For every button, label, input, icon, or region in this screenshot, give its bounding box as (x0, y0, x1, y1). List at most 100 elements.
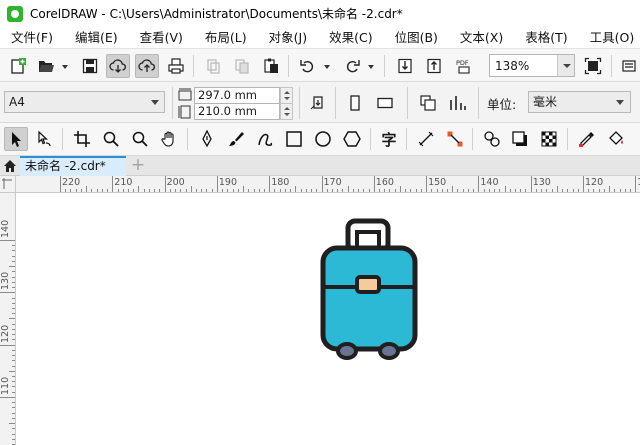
redo-dropdown-caret[interactable] (368, 65, 374, 69)
ruler-minor-tick (462, 189, 464, 192)
ruler-minor-tick (12, 328, 15, 330)
document-tab-bar: 未命名 -2.cdr* + (0, 156, 640, 176)
pen-tool-button[interactable] (195, 127, 219, 151)
open-button[interactable] (34, 54, 58, 78)
new-document-tab-button[interactable]: + (129, 156, 147, 176)
portrait-button[interactable] (343, 91, 367, 115)
ruler-major-tick (583, 176, 584, 192)
ellipse-tool-button[interactable] (311, 127, 335, 151)
publish-pdf-button[interactable]: PDF (452, 54, 476, 78)
toolbar-separator (193, 55, 194, 77)
cut-button[interactable] (201, 54, 225, 78)
luggage-illustration[interactable] (320, 217, 418, 363)
drop-shadow-tool-button[interactable] (508, 127, 532, 151)
new-document-button[interactable] (6, 54, 30, 78)
ruler-label: 210 (114, 177, 133, 188)
ruler-minor-tick (614, 189, 616, 192)
ruler-label: 180 (271, 177, 290, 188)
blend-tool-button[interactable] (480, 127, 504, 151)
ruler-minor-tick (195, 189, 197, 192)
ruler-label: 110 (0, 376, 11, 395)
polygon-tool-button[interactable] (340, 127, 364, 151)
interactive-fill-tool-button[interactable] (604, 127, 628, 151)
pick-tool-button[interactable] (4, 127, 28, 151)
toolbar-separator (472, 128, 473, 150)
menu-bitmaps[interactable]: 位图(B) (384, 27, 449, 48)
ruler-minor-tick (488, 189, 490, 192)
shape-tool-button[interactable] (32, 127, 56, 151)
units-select[interactable]: 毫米 (528, 91, 631, 113)
ruler-origin[interactable] (0, 176, 16, 193)
pan-tool-button[interactable] (157, 127, 181, 151)
zoom-out-tool-button[interactable] (128, 127, 152, 151)
redo-button[interactable] (340, 54, 364, 78)
menu-object[interactable]: 对象(J) (258, 27, 318, 48)
welcome-screen-tab[interactable] (0, 156, 20, 176)
ruler-minor-tick (211, 189, 213, 192)
ruler-minor-tick (12, 297, 15, 299)
right-wheel (378, 342, 400, 360)
crop-tool-button[interactable] (70, 127, 94, 151)
ruler-minor-tick (363, 189, 365, 192)
text-tool-button[interactable]: 字 (377, 127, 401, 151)
transparency-tool-button[interactable] (537, 127, 561, 151)
menu-file[interactable]: 文件(F) (0, 27, 64, 48)
zoom-dropdown-button[interactable] (557, 55, 574, 76)
cloud-upload-button[interactable] (135, 54, 159, 78)
menu-edit[interactable]: 编辑(E) (64, 27, 129, 48)
undo-button[interactable] (296, 54, 320, 78)
rectangle-tool-button[interactable] (282, 127, 306, 151)
page-size-select[interactable]: A4 (4, 91, 165, 113)
ruler-major-tick (478, 176, 480, 192)
zoom-level-combo[interactable]: 138% (489, 54, 575, 77)
apply-to-all-pages-button[interactable] (416, 91, 440, 115)
vertical-ruler[interactable]: 140 130 120 110 (0, 193, 16, 445)
open-dropdown-caret[interactable] (62, 65, 68, 69)
page-height-spinner[interactable] (280, 103, 293, 120)
horizontal-ruler[interactable]: 220210200190180170160150140130120110 (16, 176, 640, 193)
ruler-minor-tick (556, 186, 558, 192)
page-height-field[interactable]: 210.0 mm (194, 103, 280, 120)
eyedropper-tool-button[interactable] (575, 127, 599, 151)
current-page-button[interactable] (445, 91, 469, 115)
menu-layout[interactable]: 布局(L) (194, 27, 258, 48)
drawing-canvas[interactable] (17, 194, 640, 445)
menu-text[interactable]: 文本(X) (449, 27, 514, 48)
transform-page-icon (310, 96, 323, 110)
ruler-minor-tick (473, 189, 475, 192)
landscape-button[interactable] (373, 91, 397, 115)
ruler-minor-tick (577, 189, 579, 192)
connector-tool-button[interactable] (443, 127, 467, 151)
page-width-spinner[interactable] (280, 87, 293, 104)
menu-table[interactable]: 表格(T) (514, 27, 578, 48)
ruler-minor-tick (243, 186, 245, 192)
print-button[interactable] (164, 54, 188, 78)
menu-view[interactable]: 查看(V) (129, 27, 194, 48)
shape-edit-icon (38, 130, 51, 147)
zoom-tool-button[interactable] (99, 127, 123, 151)
parallel-dimension-tool-button[interactable] (414, 127, 438, 151)
magnifier-icon (132, 131, 148, 147)
all-pages-button[interactable] (306, 91, 330, 115)
artistic-media-tool-button[interactable] (224, 127, 248, 151)
freehand-tool-button[interactable] (253, 127, 277, 151)
ruler-minor-tick (457, 189, 459, 192)
application-launcher-button[interactable] (617, 54, 640, 78)
save-button[interactable] (78, 54, 102, 78)
page-width-field[interactable]: 297.0 mm (194, 87, 280, 104)
ruler-minor-tick (190, 186, 192, 192)
copy-button[interactable] (230, 54, 254, 78)
ruler-minor-tick (12, 287, 15, 289)
full-screen-preview-button[interactable] (581, 54, 605, 78)
ruler-minor-tick (311, 189, 313, 192)
document-tab[interactable]: 未命名 -2.cdr* (20, 156, 126, 176)
menu-tools[interactable]: 工具(O) (579, 27, 640, 48)
undo-dropdown-caret[interactable] (324, 65, 330, 69)
ruler-minor-tick (630, 189, 632, 192)
import-button[interactable] (393, 54, 417, 78)
menu-effects[interactable]: 效果(C) (318, 27, 383, 48)
cloud-download-button[interactable] (106, 54, 130, 78)
export-button[interactable] (422, 54, 446, 78)
ruler-minor-tick (9, 370, 15, 372)
paste-button[interactable] (259, 54, 283, 78)
